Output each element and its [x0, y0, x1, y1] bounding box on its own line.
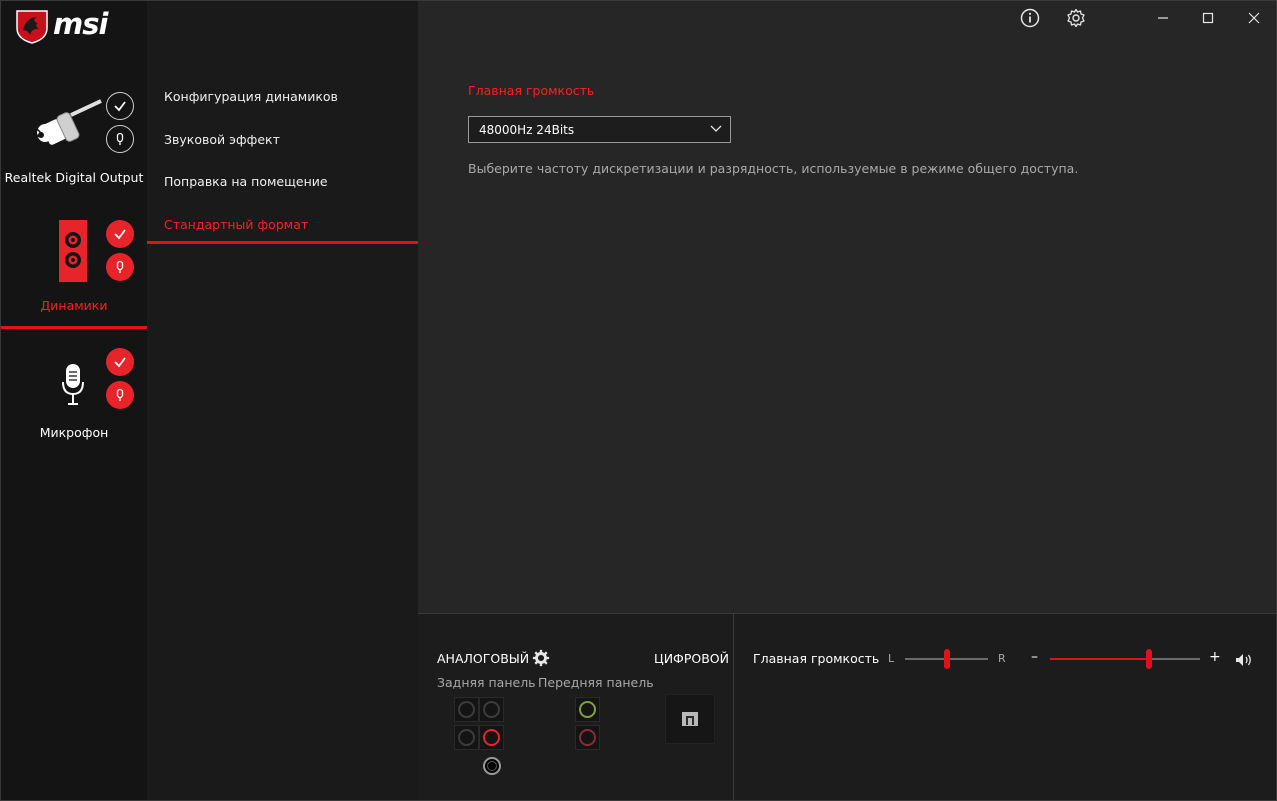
device-sidebar: msi Realtek Digital Output Динамики Микр… [1, 1, 147, 800]
default-communication-badge[interactable] [106, 381, 134, 409]
analog-settings-button[interactable] [532, 649, 550, 667]
volume-decrease-button[interactable]: – [1031, 649, 1038, 665]
gear-icon [1067, 8, 1085, 28]
bottom-bar: АНАЛОГОВЫЙ ЦИФРОВОЙ Задняя панель Передн… [418, 613, 1276, 800]
digital-optical-port[interactable] [665, 694, 715, 744]
microphone-small-icon [116, 260, 124, 273]
speaker-volume-icon [1236, 654, 1251, 666]
menu-item-default-format[interactable]: Стандартный формат [164, 217, 308, 232]
main-panel: Главная громкость 48000Hz 24Bits Выберит… [418, 1, 1276, 613]
microphone-icon [62, 364, 84, 405]
settings-submenu: Конфигурация динамиков Звуковой эффект П… [147, 1, 418, 800]
info-button[interactable] [1017, 5, 1043, 31]
default-device-check-badge[interactable] [106, 220, 134, 248]
msi-dragon-shield-icon [16, 10, 48, 44]
msi-logo: msi [1, 1, 147, 49]
device-microphone[interactable]: Микрофон [1, 346, 147, 456]
check-icon [114, 357, 126, 368]
spdif-cable-icon [34, 99, 102, 145]
chevron-down-icon [710, 125, 722, 132]
maximize-icon [1202, 12, 1214, 24]
default-communication-badge[interactable] [106, 253, 134, 281]
analog-label: АНАЛОГОВЫЙ [437, 651, 530, 666]
rear-jack-2[interactable] [479, 697, 504, 722]
front-jack-headphone[interactable] [575, 697, 600, 722]
gear-icon [532, 649, 550, 667]
front-panel-label: Передняя панель [538, 675, 654, 690]
active-menu-indicator [147, 241, 418, 244]
device-label: Динамики [40, 298, 108, 313]
volume-increase-button[interactable]: + [1209, 649, 1221, 665]
rear-jack-speaker-out[interactable] [479, 725, 504, 750]
optical-port-icon [682, 712, 698, 726]
menu-item-sound-effect[interactable]: Звуковой эффект [164, 132, 280, 147]
minimize-icon [1158, 17, 1168, 19]
microphone-small-icon [116, 132, 124, 145]
menu-item-room-correction[interactable]: Поправка на помещение [164, 174, 328, 189]
speaker-icon [59, 220, 87, 282]
volume-slider-thumb[interactable] [1146, 649, 1152, 669]
microphone-small-icon [116, 388, 124, 401]
default-device-check-badge[interactable] [106, 92, 134, 120]
menu-item-speaker-config[interactable]: Конфигурация динамиков [164, 89, 338, 104]
app-window: msi Realtek Digital Output Динамики Микр… [0, 0, 1277, 801]
info-icon [1020, 8, 1040, 28]
check-icon [114, 101, 126, 112]
rear-panel-label: Задняя панель [437, 675, 536, 690]
bottom-divider [733, 614, 734, 800]
device-label: Realtek Digital Output [4, 170, 144, 185]
default-device-check-badge[interactable] [106, 348, 134, 376]
format-description: Выберите частоту дискретизации и разрядн… [468, 161, 1079, 176]
close-icon [1248, 12, 1260, 24]
rear-jack-extra[interactable] [483, 757, 501, 775]
sample-format-select[interactable]: 48000Hz 24Bits [468, 116, 731, 143]
minimize-button[interactable] [1150, 5, 1176, 31]
mute-button[interactable] [1235, 652, 1253, 666]
brand-name: msi [53, 7, 108, 41]
rear-jack-3[interactable] [454, 725, 479, 750]
device-realtek-digital-output[interactable]: Realtek Digital Output [1, 86, 147, 206]
section-title: Главная громкость [468, 83, 595, 98]
settings-button[interactable] [1063, 5, 1089, 31]
device-speakers[interactable]: Динамики [1, 216, 147, 328]
check-icon [114, 229, 126, 240]
active-device-indicator [1, 326, 147, 329]
balance-slider-thumb[interactable] [943, 649, 950, 669]
rear-jack-1[interactable] [454, 697, 479, 722]
balance-left-label: L [888, 652, 895, 665]
front-jack-mic[interactable] [575, 725, 600, 750]
device-label: Микрофон [39, 425, 109, 440]
default-communication-badge[interactable] [106, 125, 134, 153]
volume-slider-fill [1050, 658, 1149, 660]
balance-right-label: R [998, 652, 1006, 665]
select-value: 48000Hz 24Bits [479, 123, 575, 137]
close-button[interactable] [1241, 5, 1267, 31]
maximize-button[interactable] [1195, 5, 1221, 31]
digital-label: ЦИФРОВОЙ [654, 651, 729, 666]
master-volume-label: Главная громкость [753, 651, 880, 666]
